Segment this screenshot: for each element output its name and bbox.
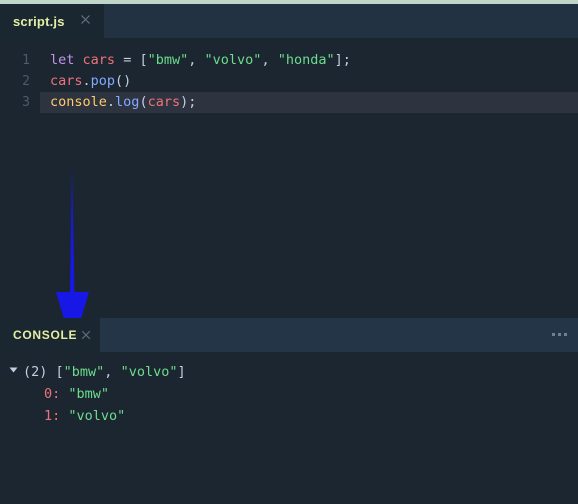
line-number: 1 [22,53,30,68]
entry-value: "bmw" [68,386,110,402]
code-line-active[interactable]: 3 console.log(cars); [0,92,578,113]
console-array-entry: 1: "volvo" [0,405,578,427]
entry-value: "volvo" [68,408,126,424]
preview-separator: , [104,364,121,380]
console-output[interactable]: (2) ["bmw", "volvo"] 0: "bmw" 1: "volvo" [0,352,578,504]
token-punct: ); [180,94,197,110]
code-editor[interactable]: 1 let cars = ["bmw", "volvo", "honda"]; … [0,38,578,348]
token-punct: [ [139,52,148,68]
console-header: CONSOLE [0,318,578,352]
line-number: 3 [22,95,30,110]
token-punct: ( [139,94,148,110]
code-line[interactable]: 1 let cars = ["bmw", "volvo", "honda"]; [0,50,578,71]
token-punct: () [115,73,132,89]
console-tab-label: CONSOLE [13,328,78,342]
app-window: script.js 1 let cars = ["bmw", "volvo", … [0,0,578,504]
token-string: "volvo" [204,52,262,68]
preview-item: "volvo" [120,364,178,380]
token-function: log [115,94,140,110]
close-icon[interactable] [80,329,92,341]
token-punct: , [261,52,270,68]
editor-tab-bar: script.js [0,4,578,38]
tab-label: script.js [13,13,65,29]
ellipsis-icon[interactable] [552,333,567,336]
line-number: 2 [22,74,30,89]
entry-index: 1: [44,408,61,424]
chevron-down-icon[interactable] [9,367,18,373]
token-object: console [50,94,107,110]
code-content: cars.pop() [50,71,131,92]
token-string: "honda" [277,52,335,68]
code-line[interactable]: 2 cars.pop() [0,71,578,92]
code-content: console.log(cars); [50,92,196,113]
preview-open-bracket: [ [47,364,64,380]
entry-index: 0: [44,386,61,402]
array-count: (2) [23,364,48,380]
token-string: "bmw" [147,52,189,68]
preview-item: "bmw" [63,364,105,380]
tab-script-js[interactable]: script.js [0,4,104,38]
token-variable: cars [147,94,181,110]
console-log-summary[interactable]: (2) ["bmw", "volvo"] [0,361,578,383]
code-content: let cars = ["bmw", "volvo", "honda"]; [50,50,351,71]
token-punct: . [106,94,116,110]
console-array-entry: 0: "bmw" [0,383,578,405]
token-punct: . [82,73,91,89]
token-punct: ]; [334,52,351,68]
token-variable: cars [50,73,83,89]
token-function: pop [90,73,116,89]
close-icon[interactable] [79,13,92,26]
token-variable: cars [82,52,116,68]
token-keyword: let [50,52,75,68]
preview-close-bracket: ] [177,364,186,380]
